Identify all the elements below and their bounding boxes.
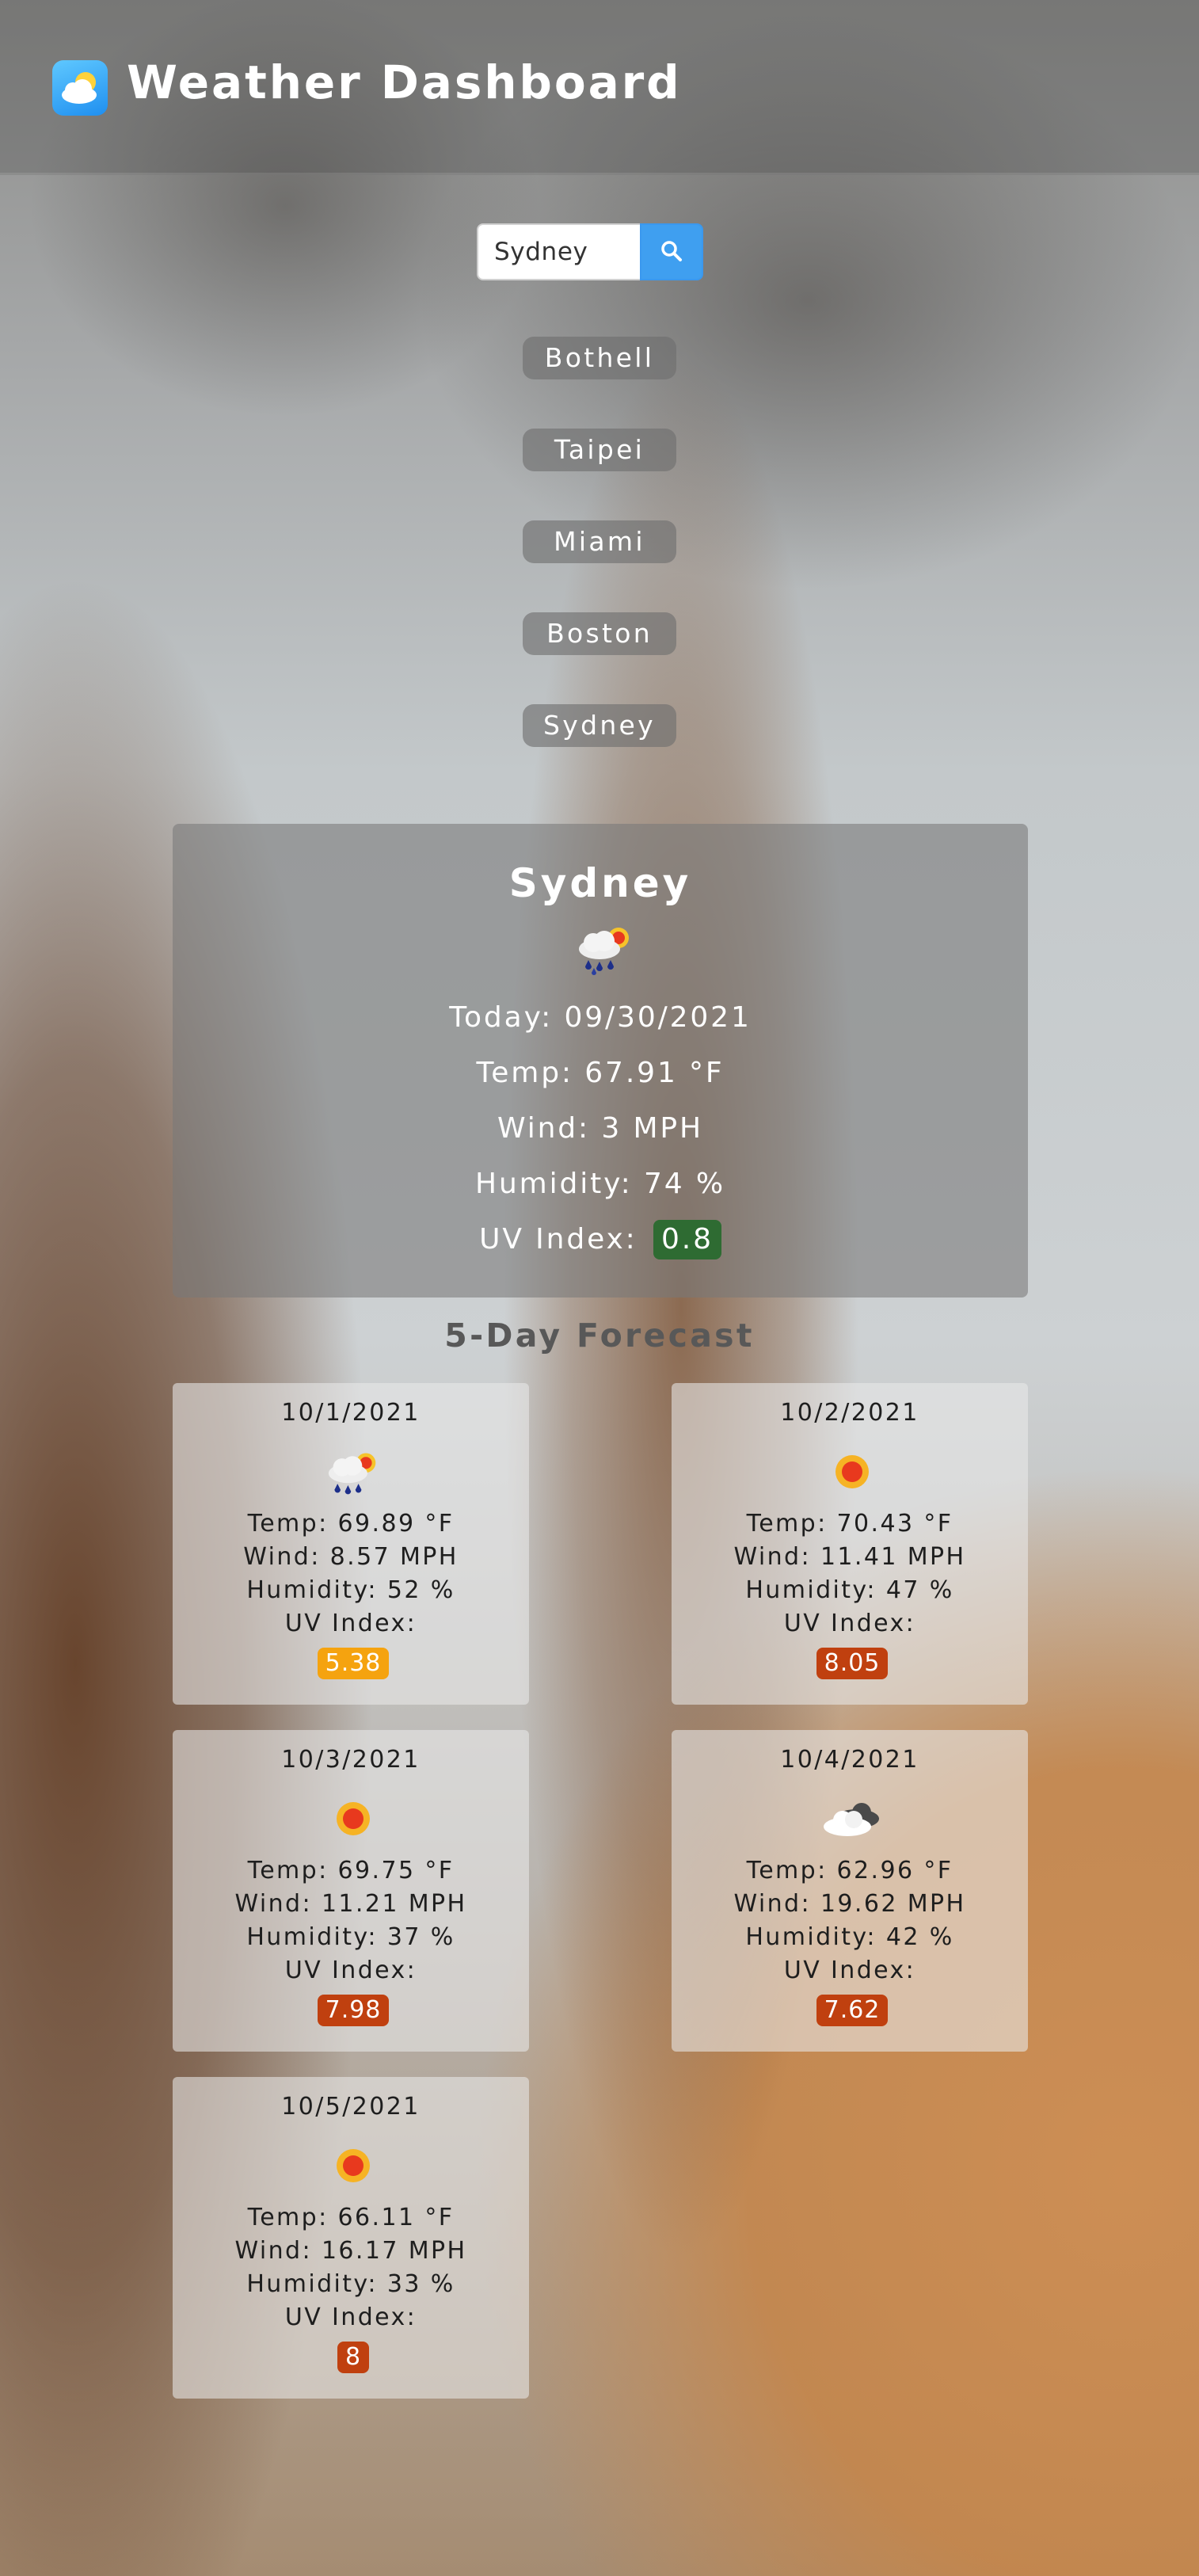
forecast-card: 10/4/2021 Temp: 62.96 °F Wind: 19.62 MPH… [672, 1730, 1028, 2052]
forecast-heading: 5-Day Forecast [444, 1317, 755, 1355]
current-uv-label: UV Index: [479, 1223, 638, 1256]
current-wind: Wind: 3 MPH [497, 1112, 703, 1145]
forecast-wind: Wind: 8.57 MPH [243, 1543, 459, 1571]
current-humidity: Humidity: 74 % [475, 1168, 725, 1200]
forecast-temp: Temp: 69.75 °F [247, 1857, 455, 1884]
forecast-card: 10/1/2021 Temp: 69.89 °F Wind: 8.57 MPH … [173, 1383, 529, 1705]
forecast-uv-badge: 8.05 [816, 1648, 889, 1679]
forecast-humidity: Humidity: 42 % [745, 1923, 954, 1951]
current-uv-row: UV Index: 0.8 [173, 1220, 1028, 1259]
search-button[interactable] [640, 223, 703, 280]
history-button-sydney[interactable]: Sydney [523, 704, 676, 747]
search-input[interactable] [477, 223, 640, 280]
current-date: Today: 09/30/2021 [449, 1001, 752, 1034]
forecast-uv-label: UV Index: [783, 1957, 916, 1984]
cloud-sun-icon [52, 60, 108, 116]
forecast-date: 10/3/2021 [281, 1746, 421, 1774]
forecast-card: 10/2/2021 Temp: 70.43 °F Wind: 11.41 MPH… [672, 1383, 1028, 1705]
forecast-date: 10/2/2021 [780, 1399, 919, 1427]
forecast-uv-label: UV Index: [284, 2304, 417, 2331]
history-button-bothell[interactable]: Bothell [523, 337, 676, 379]
header-bar: Weather Dashboard [0, 0, 1199, 175]
forecast-uv-badge: 8 [337, 2342, 370, 2373]
history-button-boston[interactable]: Boston [523, 612, 676, 655]
forecast-humidity: Humidity: 52 % [246, 1576, 455, 1604]
current-weather-card: Sydney Today: 09/30/2021 Temp: 67.91 °F … [173, 824, 1028, 1298]
forecast-uv-label: UV Index: [284, 1957, 417, 1984]
forecast-humidity: Humidity: 37 % [246, 1923, 455, 1951]
forecast-uv-badge: 5.38 [317, 1648, 390, 1679]
forecast-humidity: Humidity: 47 % [745, 1576, 954, 1604]
forecast-uv-badge: 7.98 [317, 1995, 390, 2026]
forecast-wind: Wind: 11.41 MPH [733, 1543, 966, 1571]
forecast-wind: Wind: 16.17 MPH [234, 2237, 467, 2265]
current-temp: Temp: 67.91 °F [476, 1057, 725, 1089]
page-title: Weather Dashboard [127, 55, 682, 109]
rain-sun-icon [573, 920, 638, 976]
sun-icon [322, 2140, 385, 2193]
forecast-card: 10/3/2021 Temp: 69.75 °F Wind: 11.21 MPH… [173, 1730, 529, 2052]
rain-sun-icon [322, 1446, 385, 1499]
forecast-temp: Temp: 62.96 °F [746, 1857, 953, 1884]
forecast-date: 10/5/2021 [281, 2093, 421, 2121]
forecast-humidity: Humidity: 33 % [246, 2270, 455, 2298]
forecast-date: 10/4/2021 [780, 1746, 919, 1774]
forecast-temp: Temp: 69.89 °F [247, 1510, 455, 1538]
sun-icon [820, 1446, 884, 1499]
forecast-card: 10/5/2021 Temp: 66.11 °F Wind: 16.17 MPH… [173, 2077, 529, 2399]
forecast-uv-badge: 7.62 [816, 1995, 889, 2026]
cloud-icon [820, 1793, 884, 1846]
forecast-date: 10/1/2021 [281, 1399, 421, 1427]
forecast-uv-label: UV Index: [284, 1610, 417, 1637]
forecast-wind: Wind: 19.62 MPH [733, 1890, 966, 1918]
forecast-temp: Temp: 70.43 °F [746, 1510, 953, 1538]
history-button-miami[interactable]: Miami [523, 520, 676, 563]
history-button-taipei[interactable]: Taipei [523, 429, 676, 471]
current-uv-badge: 0.8 [653, 1220, 721, 1259]
forecast-uv-label: UV Index: [783, 1610, 916, 1637]
forecast-wind: Wind: 11.21 MPH [234, 1890, 467, 1918]
sun-icon [322, 1793, 385, 1846]
search-icon [660, 240, 683, 265]
forecast-temp: Temp: 66.11 °F [247, 2204, 455, 2231]
current-city: Sydney [508, 860, 692, 906]
